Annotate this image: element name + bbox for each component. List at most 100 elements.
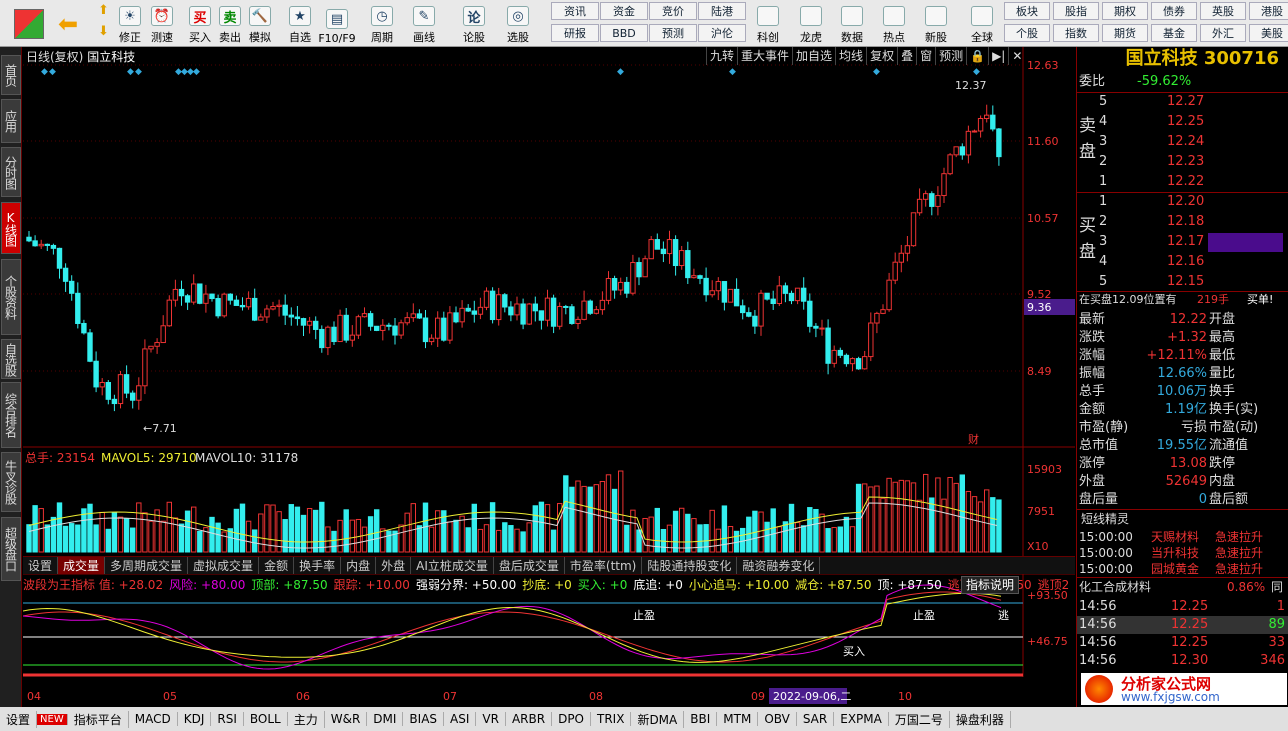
indicator-note-button[interactable]: 指标说明 [961,576,1020,594]
sidebar-tab[interactable]: 自选股 [1,339,21,379]
volume-tab[interactable]: 内盘 [341,557,377,574]
chart-tool-button[interactable]: 复权 [866,47,897,65]
volume-tab[interactable]: 换手率 [294,557,342,574]
indicator-tab[interactable]: ASI [444,712,477,726]
toolbar-small-bottom[interactable]: BBD [600,24,648,42]
toolbar-small-top[interactable]: 竞价 [649,2,697,20]
toolbar-market-bottom[interactable]: 美股 [1249,24,1288,42]
sector-row[interactable]: 化工合成材料 0.86% 同 [1077,578,1288,596]
toolbar-button-9[interactable]: 论论股 [456,1,492,45]
indicator-tab[interactable]: BOLL [244,712,288,726]
indicator-tab[interactable]: 指标平台 [68,710,129,728]
lock-icon[interactable]: 🔒 [966,47,988,65]
indicator-tab[interactable]: BBI [684,712,718,726]
event-marker-icon[interactable]: ◆ [127,67,134,77]
indicator-tab[interactable]: W&R [325,712,368,726]
sidebar-tab[interactable]: 综合排名 [1,382,21,448]
buy-level[interactable]: 4 12.16 [1077,253,1288,271]
indicator-tab[interactable]: EXPMA [834,712,889,726]
indicator-tab[interactable]: MACD [129,712,178,726]
indicator-tab[interactable]: 操盘利器 [950,710,1011,728]
toolbar-small-top[interactable]: 陆港 [698,2,746,20]
buy-level[interactable]: 2 12.18 [1077,213,1288,231]
toolbar-small-bottom[interactable]: 研报 [551,24,599,42]
toolbar-button-1[interactable]: ⏰ 测速 [144,1,180,45]
toolbar-button2-1[interactable]: 龙虎 [794,1,828,45]
toolbar-small-bottom[interactable]: 沪伦 [698,24,746,42]
indicator-tab[interactable]: DMI [367,712,404,726]
toolbar-button-4[interactable]: 🔨 模拟 [242,1,278,45]
sidebar-tab[interactable]: 超级盘口 [1,517,21,581]
toolbar-market-bottom[interactable]: 指数 [1053,24,1099,42]
toolbar-small-bottom[interactable]: 预测 [649,24,697,42]
up-arrow-icon[interactable]: ⬆ [98,3,109,18]
toolbar-button-10[interactable]: ◎ 选股 [500,1,536,45]
event-marker-icon[interactable]: ◆ [873,67,880,77]
toolbar-button-5[interactable]: ★ 自选 [282,1,318,45]
volume-tab[interactable]: 盘后成交量 [494,557,565,574]
indicator-tab[interactable]: 主力 [288,710,325,728]
indicator-tab[interactable]: KDJ [178,712,212,726]
sell-level[interactable]: 5 12.27 [1077,93,1288,111]
close-icon[interactable]: ✕ [1008,47,1025,65]
indicator-tab[interactable]: SAR [797,712,835,726]
chart-tool-button[interactable]: 叠 [897,47,916,65]
sell-level[interactable]: 1 12.22 [1077,173,1288,191]
toolbar-button-7[interactable]: ◷ 周期 [364,1,400,45]
toolbar-market-bottom[interactable]: 期货 [1102,24,1148,42]
event-marker-icon[interactable]: ◆ [135,67,142,77]
sell-level[interactable]: 2 12.23 [1077,153,1288,171]
toolbar-button-0[interactable]: ☀ 修正 [112,1,148,45]
indicator-tab[interactable]: OBV [758,712,797,726]
sidebar-tab[interactable]: 分时图 [1,147,21,197]
sidebar-tab[interactable]: 牛叉诊股 [1,452,21,512]
toolbar-market-top[interactable]: 板块 [1004,2,1050,20]
toolbar-market-top[interactable]: 股指 [1053,2,1099,20]
volume-tab[interactable]: 金额 [259,557,295,574]
back-arrow-icon[interactable]: ⬅ [58,10,88,38]
volume-tab[interactable]: 融资融券变化 [737,557,821,574]
toolbar-small-top[interactable]: 资金 [600,2,648,20]
toolbar-button2-2[interactable]: 数据 [835,1,869,45]
indicator-tab[interactable]: 设置 [0,710,38,728]
toolbar-small-top[interactable]: 资讯 [551,2,599,20]
sidebar-tab[interactable]: 首页 [1,55,21,95]
toolbar-market-top[interactable]: 港股 [1249,2,1288,20]
indicator-tab[interactable]: TRIX [591,712,632,726]
toolbar-market-top[interactable]: 债券 [1151,2,1197,20]
volume-tab[interactable]: 虚拟成交量 [188,557,260,574]
chart-tool-button[interactable]: 重大事件 [737,47,792,65]
down-arrow-icon[interactable]: ⬇ [98,24,109,39]
toolbar-market-bottom[interactable]: 个股 [1004,24,1050,42]
indicator-tab[interactable]: NEW [37,713,68,725]
toolbar-button-6[interactable]: ▤ F10/F9 [318,1,356,45]
toolbar-button2-5[interactable]: 全球 [965,1,999,45]
volume-tab[interactable]: 多周期成交量 [105,557,189,574]
kline-chart[interactable]: 12.6311.6010.579.528.499.3612.37←7.71财◆ ◆… [22,47,1075,707]
volume-tab[interactable]: 市盈率(ttm) [565,557,643,574]
next-icon[interactable]: ▶| [988,47,1008,65]
volume-tab[interactable]: 陆股通持股变化 [642,557,738,574]
chart-tool-button[interactable]: 预测 [935,47,966,65]
sidebar-tab[interactable]: 应用 [1,99,21,143]
event-marker-icon[interactable]: ◆ [193,67,200,77]
indicator-tab[interactable]: BIAS [403,712,445,726]
chart-tool-button[interactable]: 九转 [706,47,737,65]
volume-tab[interactable]: 成交量 [58,557,106,574]
toolbar-market-top[interactable]: 期权 [1102,2,1148,20]
toolbar-button2-4[interactable]: 新股 [919,1,953,45]
indicator-tab[interactable]: 新DMA [631,710,685,728]
toolbar-market-bottom[interactable]: 基金 [1151,24,1197,42]
sidebar-tab[interactable]: K线图 [1,202,21,254]
indicator-tab[interactable]: ARBR [506,712,553,726]
chart-tool-button[interactable]: 均线 [835,47,866,65]
volume-tab[interactable]: 设置 [23,557,59,574]
chart-tool-button[interactable]: 加自选 [792,47,835,65]
toolbar-market-top[interactable]: 英股 [1200,2,1246,20]
buy-level[interactable]: 1 12.20 [1077,193,1288,211]
short-row[interactable]: 15:00:00 园城黄金 急速拉升 [1077,560,1288,578]
volume-tab[interactable]: AI立桩成交量 [411,557,494,574]
indicator-tab[interactable]: DPO [552,712,591,726]
event-marker-icon[interactable]: ◆ [41,67,48,77]
toolbar-button2-3[interactable]: 热点 [877,1,911,45]
